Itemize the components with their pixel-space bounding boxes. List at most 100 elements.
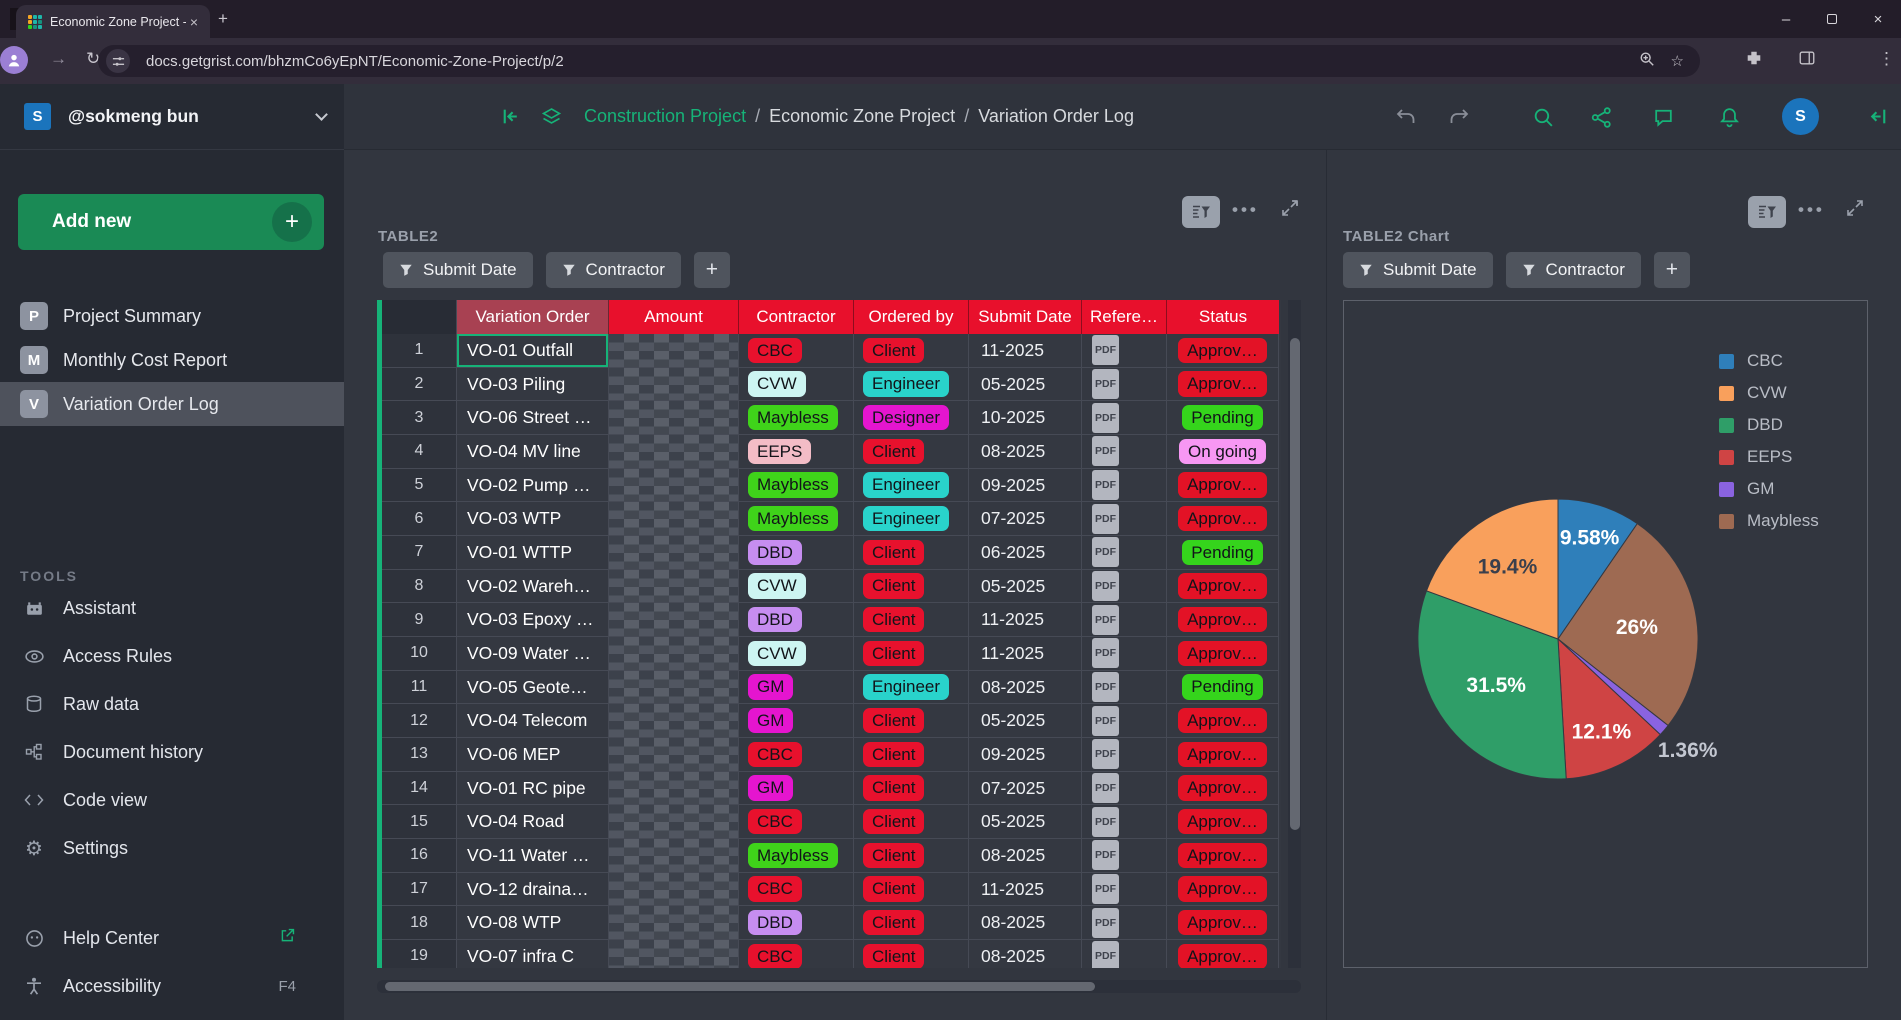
column-header-submit-date[interactable]: Submit Date xyxy=(969,300,1082,334)
sidebar-item-accessibility[interactable]: Accessibility F4 xyxy=(0,962,344,1010)
cell-variation-order[interactable]: VO-03 WTP xyxy=(457,502,609,536)
cell-contractor[interactable]: Maybless xyxy=(739,839,854,873)
cell-submit-date[interactable]: 08-2025 xyxy=(969,940,1082,968)
row-number-cell[interactable]: 3 xyxy=(382,401,457,435)
ordered-by-chip[interactable]: Client xyxy=(863,338,924,363)
row-number-cell[interactable]: 14 xyxy=(382,772,457,806)
sidebar-item-access-rules[interactable]: Access Rules xyxy=(0,632,344,680)
cell-status[interactable]: On going xyxy=(1167,435,1279,469)
row-number-cell[interactable]: 13 xyxy=(382,738,457,772)
row-number-cell[interactable]: 18 xyxy=(382,906,457,940)
status-chip[interactable]: Approv… xyxy=(1178,775,1267,800)
cell-status[interactable]: Approv… xyxy=(1167,940,1279,968)
status-chip[interactable]: Approv… xyxy=(1178,876,1267,901)
contractor-chip[interactable]: Maybless xyxy=(748,472,838,497)
column-header-amount[interactable]: Amount xyxy=(609,300,739,334)
ordered-by-chip[interactable]: Client xyxy=(863,944,924,968)
browser-menu-kebab-icon[interactable]: ⋮ xyxy=(1878,49,1895,69)
column-header-ordered-by[interactable]: Ordered by xyxy=(854,300,969,334)
pdf-attachment-icon[interactable]: PDF xyxy=(1092,773,1119,803)
account-avatar[interactable]: S xyxy=(1782,98,1819,135)
cell-contractor[interactable]: DBD xyxy=(739,906,854,940)
cell-ordered-by[interactable]: Client xyxy=(854,603,969,637)
cell-amount-redacted[interactable] xyxy=(609,940,739,968)
cell-variation-order[interactable]: VO-02 Wareh… xyxy=(457,570,609,604)
cell-status[interactable]: Approv… xyxy=(1167,368,1279,402)
cell-status[interactable]: Approv… xyxy=(1167,738,1279,772)
add-new-button[interactable]: Add new + xyxy=(18,194,324,250)
pdf-attachment-icon[interactable]: PDF xyxy=(1092,403,1119,433)
cell-reference[interactable]: PDF xyxy=(1082,671,1167,705)
cell-contractor[interactable]: GM xyxy=(739,704,854,738)
cell-contractor[interactable]: CVW xyxy=(739,570,854,604)
cell-amount-redacted[interactable] xyxy=(609,772,739,806)
status-chip[interactable]: Approv… xyxy=(1178,472,1267,497)
cell-reference[interactable]: PDF xyxy=(1082,906,1167,940)
cell-submit-date[interactable]: 11-2025 xyxy=(969,334,1082,368)
filter-chip-submit-date[interactable]: Submit Date xyxy=(1343,252,1493,288)
row-number-cell[interactable]: 12 xyxy=(382,704,457,738)
breadcrumb-workspace[interactable]: Construction Project xyxy=(584,106,746,127)
cell-submit-date[interactable]: 11-2025 xyxy=(969,873,1082,907)
status-chip[interactable]: Pending xyxy=(1182,674,1262,699)
collapse-left-panel-icon[interactable] xyxy=(500,106,521,132)
new-tab-button[interactable]: + xyxy=(218,9,228,29)
cell-contractor[interactable]: DBD xyxy=(739,603,854,637)
status-chip[interactable]: Approv… xyxy=(1178,338,1267,363)
row-number-cell[interactable]: 4 xyxy=(382,435,457,469)
sidebar-item-code-view[interactable]: Code view xyxy=(0,776,344,824)
ordered-by-chip[interactable]: Client xyxy=(863,439,924,464)
cell-contractor[interactable]: EEPS xyxy=(739,435,854,469)
sidebar-item-raw-data[interactable]: Raw data xyxy=(0,680,344,728)
cell-variation-order[interactable]: VO-01 RC pipe xyxy=(457,772,609,806)
row-number-cell[interactable]: 1 xyxy=(382,334,457,368)
cell-ordered-by[interactable]: Engineer xyxy=(854,671,969,705)
cell-variation-order[interactable]: VO-04 Telecom xyxy=(457,704,609,738)
cell-submit-date[interactable]: 10-2025 xyxy=(969,401,1082,435)
forward-icon[interactable]: → xyxy=(50,49,67,69)
sidebar-item-help-center[interactable]: Help Center xyxy=(0,914,344,962)
breadcrumb-page[interactable]: Variation Order Log xyxy=(978,106,1134,127)
table-expand-icon[interactable] xyxy=(1280,198,1300,223)
cell-ordered-by[interactable]: Client xyxy=(854,805,969,839)
table-vertical-scrollbar[interactable] xyxy=(1288,300,1301,968)
cell-submit-date[interactable]: 07-2025 xyxy=(969,772,1082,806)
cell-status[interactable]: Approv… xyxy=(1167,839,1279,873)
chat-icon[interactable] xyxy=(1652,106,1675,134)
legend-item-cvw[interactable]: CVW xyxy=(1719,383,1819,403)
cell-ordered-by[interactable]: Client xyxy=(854,334,969,368)
pdf-attachment-icon[interactable]: PDF xyxy=(1092,840,1119,870)
cell-submit-date[interactable]: 05-2025 xyxy=(969,704,1082,738)
cell-reference[interactable]: PDF xyxy=(1082,772,1167,806)
cell-submit-date[interactable]: 09-2025 xyxy=(969,469,1082,503)
cell-contractor[interactable]: GM xyxy=(739,772,854,806)
window-minimize-button[interactable]: – xyxy=(1763,0,1809,38)
contractor-chip[interactable]: GM xyxy=(748,674,793,699)
cell-reference[interactable]: PDF xyxy=(1082,839,1167,873)
status-chip[interactable]: Approv… xyxy=(1178,809,1267,834)
pdf-attachment-icon[interactable]: PDF xyxy=(1092,605,1119,635)
cell-ordered-by[interactable]: Designer xyxy=(854,401,969,435)
cell-contractor[interactable]: CVW xyxy=(739,368,854,402)
cell-contractor[interactable]: Maybless xyxy=(739,502,854,536)
cell-ordered-by[interactable]: Client xyxy=(854,536,969,570)
legend-item-cbc[interactable]: CBC xyxy=(1719,351,1819,371)
table-menu-dots-icon[interactable]: ••• xyxy=(1232,200,1259,220)
cell-ordered-by[interactable]: Client xyxy=(854,637,969,671)
window-maximize-button[interactable] xyxy=(1809,0,1855,38)
cell-status[interactable]: Pending xyxy=(1167,671,1279,705)
contractor-chip[interactable]: CBC xyxy=(748,338,802,363)
ordered-by-chip[interactable]: Engineer xyxy=(863,674,949,699)
cell-submit-date[interactable]: 11-2025 xyxy=(969,637,1082,671)
share-icon[interactable] xyxy=(1590,106,1613,134)
cell-amount-redacted[interactable] xyxy=(609,805,739,839)
address-bar[interactable]: docs.getgrist.com/bhzmCo6yEpNT/Economic-… xyxy=(98,45,1700,77)
cell-ordered-by[interactable]: Client xyxy=(854,704,969,738)
row-number-cell[interactable]: 5 xyxy=(382,469,457,503)
cell-variation-order[interactable]: VO-09 Water … xyxy=(457,637,609,671)
cell-amount-redacted[interactable] xyxy=(609,738,739,772)
pdf-attachment-icon[interactable]: PDF xyxy=(1092,739,1119,769)
cell-reference[interactable]: PDF xyxy=(1082,805,1167,839)
contractor-chip[interactable]: CBC xyxy=(748,876,802,901)
sidebar-item-document-history[interactable]: Document history xyxy=(0,728,344,776)
